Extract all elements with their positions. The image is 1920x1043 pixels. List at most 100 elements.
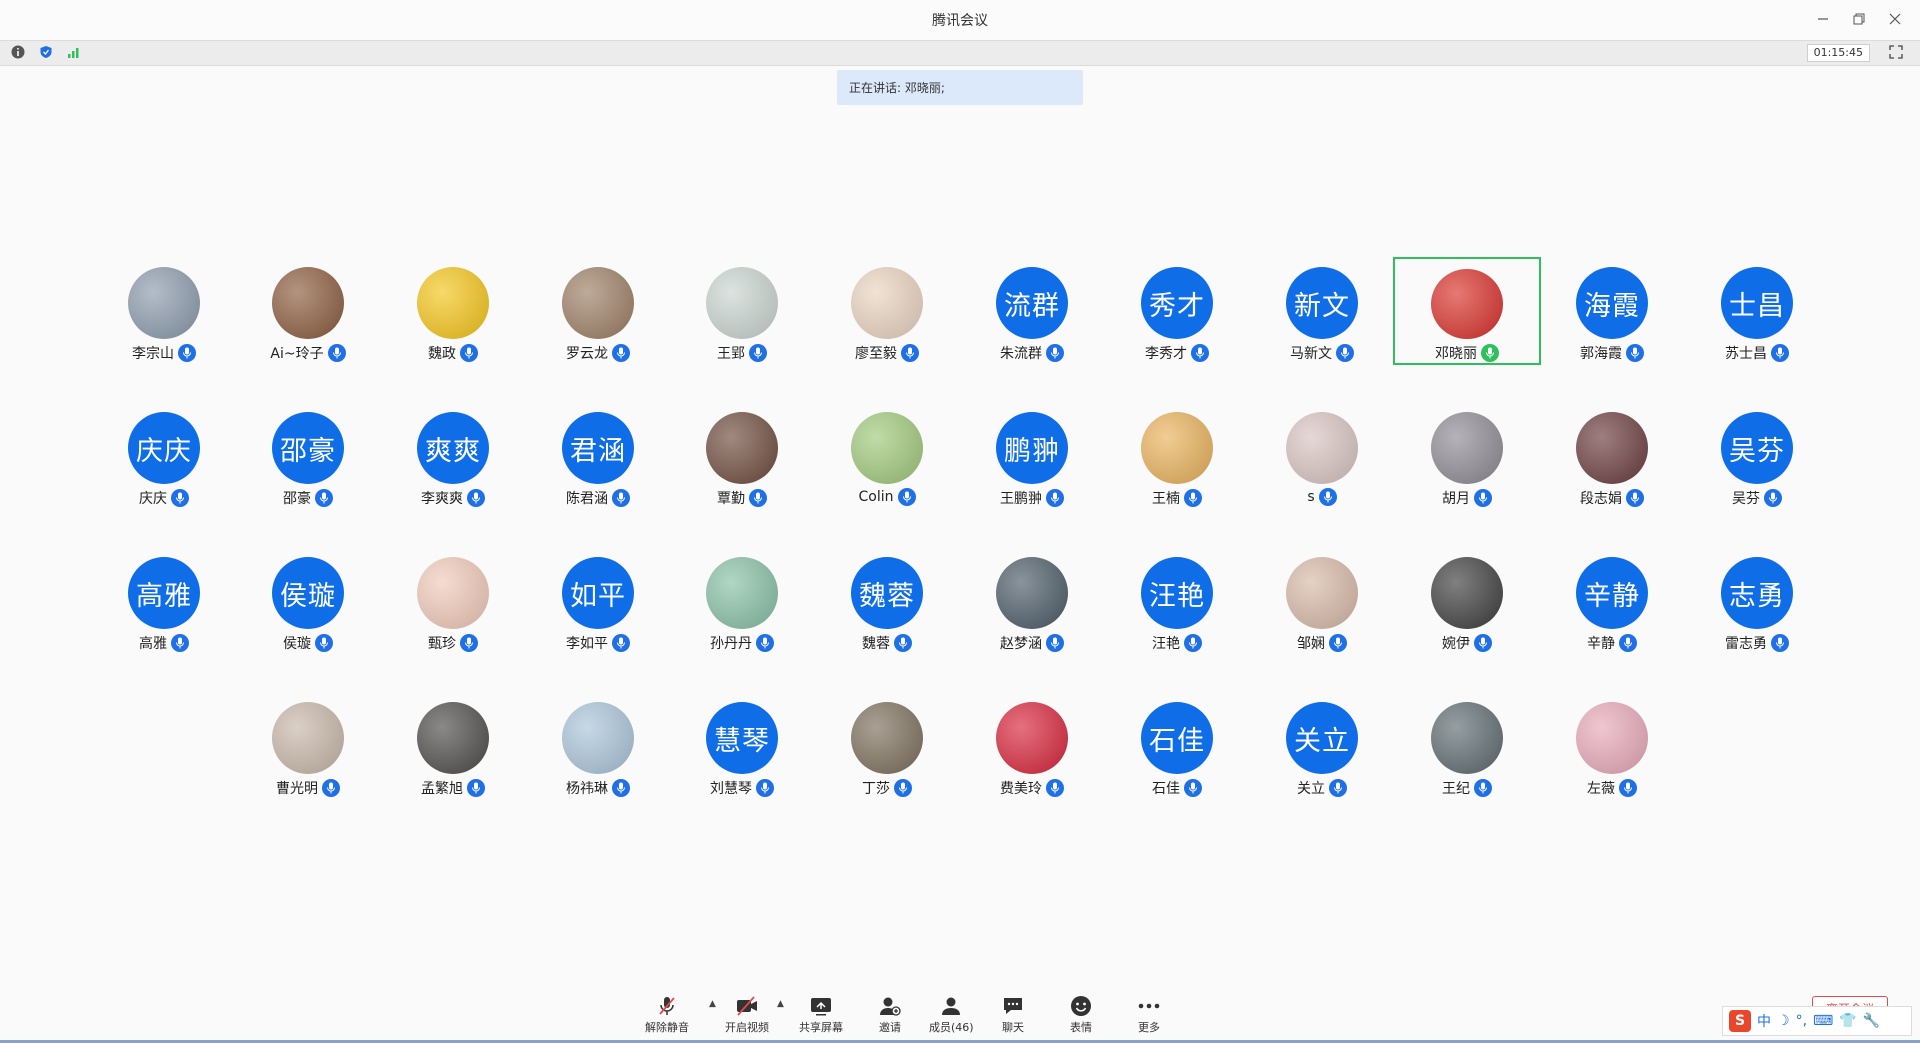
- participant-tile[interactable]: s: [1248, 402, 1396, 510]
- participant-name: 王郢: [717, 346, 745, 362]
- participant-tile[interactable]: 石佳 石佳: [1103, 692, 1251, 800]
- participant-tile[interactable]: 费美玲: [958, 692, 1106, 800]
- more-button[interactable]: 更多: [1136, 993, 1162, 1035]
- mic-icon: [612, 344, 630, 362]
- punctuation-icon[interactable]: °,: [1796, 1013, 1807, 1029]
- participant-tile[interactable]: 邹娴: [1248, 547, 1396, 655]
- participant-tile[interactable]: 曹光明: [234, 692, 382, 800]
- ime-language-toggle[interactable]: 中: [1757, 1011, 1771, 1031]
- participant-name: 辛静: [1587, 636, 1615, 652]
- participant-avatar: 辛静: [1576, 557, 1648, 629]
- audio-options-caret[interactable]: ▲: [709, 999, 716, 1009]
- mic-icon: [901, 344, 919, 362]
- mic-icon: [1329, 634, 1347, 652]
- close-button[interactable]: [1884, 8, 1906, 30]
- participant-tile[interactable]: 王纪: [1393, 692, 1541, 800]
- participant-avatar: [706, 412, 778, 484]
- wrench-icon[interactable]: 🔧: [1863, 1013, 1880, 1029]
- participant-tile[interactable]: 王郢: [668, 257, 816, 365]
- participant-tile[interactable]: 婉伊: [1393, 547, 1541, 655]
- participant-name-row: 甄珍: [428, 633, 478, 653]
- participant-name-row: 罗云龙: [566, 343, 630, 363]
- participant-tile[interactable]: 覃勤: [668, 402, 816, 510]
- participant-tile[interactable]: 杨祎琳: [524, 692, 672, 800]
- participant-tile[interactable]: 孙丹丹: [668, 547, 816, 655]
- participant-tile[interactable]: 关立 关立: [1248, 692, 1396, 800]
- participant-tile[interactable]: 赵梦涵: [958, 547, 1106, 655]
- avatar-initials: 吴芬: [1729, 435, 1785, 467]
- participant-tile[interactable]: 吴芬 吴芬: [1683, 402, 1831, 510]
- window-controls: [1812, 8, 1906, 30]
- participant-tile[interactable]: 慧琴 刘慧琴: [668, 692, 816, 800]
- participant-tile[interactable]: 孟繁旭: [379, 692, 527, 800]
- unmute-button[interactable]: 解除静音: [645, 993, 689, 1035]
- emoji-button[interactable]: 表情: [1068, 993, 1094, 1035]
- participant-tile[interactable]: 魏政: [379, 257, 527, 365]
- participant-name: s: [1307, 489, 1315, 505]
- participant-tile[interactable]: 士昌 苏士昌: [1683, 257, 1831, 365]
- participant-tile[interactable]: 如平李如平: [524, 547, 672, 655]
- close-icon: [1889, 13, 1901, 25]
- participant-tile[interactable]: 汪艳 汪艳: [1103, 547, 1251, 655]
- meeting-info-button[interactable]: [10, 44, 26, 60]
- members-button[interactable]: 成员(46): [929, 993, 974, 1035]
- participant-tile[interactable]: 庆庆 庆庆: [90, 402, 238, 510]
- avatar-initials: 志勇: [1729, 580, 1785, 612]
- participant-name-row: 王纪: [1442, 778, 1492, 798]
- participant-avatar: 庆庆: [128, 412, 200, 484]
- invite-button[interactable]: 邀请: [877, 993, 903, 1035]
- video-options-caret[interactable]: ▲: [777, 999, 784, 1009]
- mic-icon: [612, 779, 630, 797]
- chat-button[interactable]: 聊天: [1000, 993, 1026, 1035]
- participant-tile[interactable]: 君涵 陈君涵: [524, 402, 672, 510]
- participant-tile[interactable]: 丁莎: [813, 692, 961, 800]
- participant-tile[interactable]: 流群 朱流群: [958, 257, 1106, 365]
- participant-name-row: 高雅: [139, 633, 189, 653]
- participant-tile[interactable]: 李宗山: [90, 257, 238, 365]
- participant-tile[interactable]: 辛静 辛静: [1538, 547, 1686, 655]
- participant-tile[interactable]: Ai~玲子: [234, 257, 382, 365]
- minimize-button[interactable]: [1812, 8, 1834, 30]
- share-screen-button[interactable]: 共享屏幕: [799, 993, 843, 1035]
- participant-name-row: 魏政: [428, 343, 478, 363]
- participant-name-row: 左薇: [1587, 778, 1637, 798]
- avatar-initials: 如平: [570, 580, 626, 612]
- participant-tile[interactable]: Colin: [813, 402, 961, 510]
- participant-tile[interactable]: 鹏翀 王鹏翀: [958, 402, 1106, 510]
- participant-tile[interactable]: 侯璇 侯璇: [234, 547, 382, 655]
- participant-avatar: 吴芬: [1721, 412, 1793, 484]
- participant-name: 李如平: [566, 636, 608, 652]
- participant-tile[interactable]: 秀才 李秀才: [1103, 257, 1251, 365]
- video-off-icon: [737, 996, 757, 1016]
- participant-tile[interactable]: 段志娟: [1538, 402, 1686, 510]
- more-label: 更多: [1138, 1021, 1160, 1034]
- share-screen-icon: [811, 998, 831, 1016]
- participant-name: 丁莎: [862, 781, 890, 797]
- sogou-logo-icon[interactable]: S: [1729, 1010, 1751, 1032]
- participant-tile[interactable]: 高雅 高雅: [90, 547, 238, 655]
- participant-tile[interactable]: 廖至毅: [813, 257, 961, 365]
- start-video-button[interactable]: 开启视频: [725, 993, 769, 1035]
- participant-tile[interactable]: 新文 马新文: [1248, 257, 1396, 365]
- participant-tile[interactable]: 王楠: [1103, 402, 1251, 510]
- skin-shirt-icon[interactable]: 👕: [1839, 1013, 1856, 1029]
- security-button[interactable]: [38, 44, 54, 60]
- participant-tile[interactable]: 志勇 雷志勇: [1683, 547, 1831, 655]
- restore-button[interactable]: [1848, 8, 1870, 30]
- participant-tile[interactable]: 海霞 郭海霞: [1538, 257, 1686, 365]
- participant-tile[interactable]: 魏蓉 魏蓉: [813, 547, 961, 655]
- participant-tile[interactable]: 甄珍: [379, 547, 527, 655]
- participant-name: Colin: [858, 489, 894, 505]
- participant-tile[interactable]: 胡月: [1393, 402, 1541, 510]
- network-status-button[interactable]: [66, 44, 82, 60]
- avatar-initials: 石佳: [1149, 725, 1205, 757]
- participant-tile[interactable]: 邓晓丽: [1393, 257, 1541, 365]
- fullscreen-button[interactable]: [1888, 44, 1904, 60]
- participant-tile[interactable]: 邵豪 邵豪: [234, 402, 382, 510]
- keyboard-icon[interactable]: ⌨: [1813, 1013, 1833, 1029]
- moon-icon[interactable]: ☽: [1777, 1013, 1790, 1029]
- participant-tile[interactable]: 左薇: [1538, 692, 1686, 800]
- participant-tile[interactable]: 爽爽 李爽爽: [379, 402, 527, 510]
- ime-toolbar: S 中 ☽ °, ⌨ 👕 🔧: [1722, 1006, 1912, 1036]
- participant-tile[interactable]: 罗云龙: [524, 257, 672, 365]
